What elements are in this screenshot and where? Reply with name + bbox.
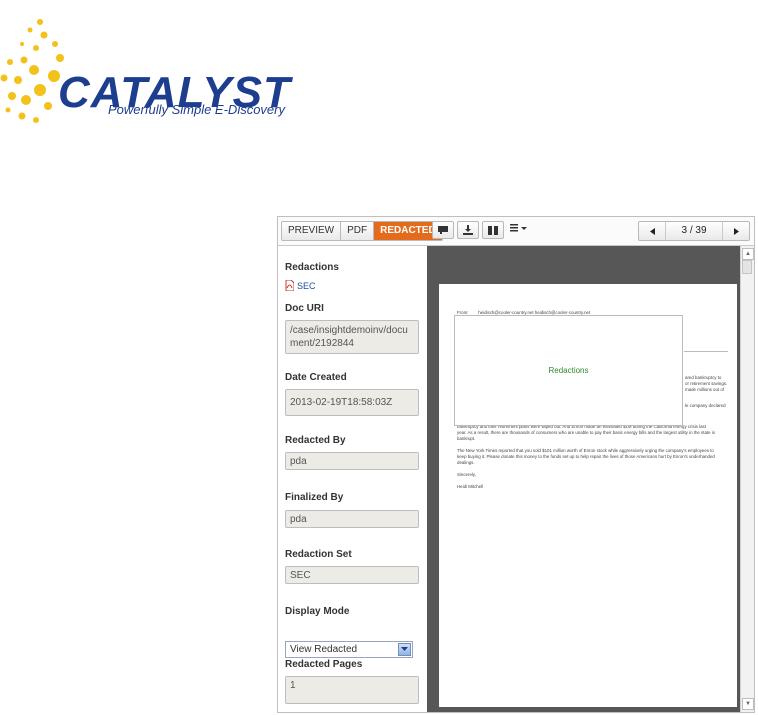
comment-button[interactable] <box>432 221 454 239</box>
current-page: 3 <box>681 225 688 236</box>
doc-uri-label: Doc URI <box>285 303 324 314</box>
display-mode-value: View Redacted <box>290 644 358 655</box>
download-icon <box>463 225 473 235</box>
redaction-box[interactable]: Redactions <box>454 315 683 426</box>
redacted-by-field: pda <box>285 452 419 470</box>
redacted-by-label: Redacted By <box>285 435 346 446</box>
download-button[interactable] <box>457 221 479 239</box>
redaction-link-text: SEC <box>297 280 316 291</box>
chevron-down-icon <box>398 643 411 656</box>
page-navigator: 3 / 39 <box>638 221 750 241</box>
finalized-by-field: pda <box>285 510 419 528</box>
document-page: From: heidisch@cooler-country.net heidis… <box>439 284 737 707</box>
display-mode-label: Display Mode <box>285 606 350 617</box>
date-created-field: 2013-02-19T18:58:03Z <box>285 389 419 416</box>
columns-icon <box>488 225 498 235</box>
redaction-link-sec[interactable]: SEC <box>285 280 316 291</box>
redaction-set-field: SEC <box>285 566 419 584</box>
date-created-label: Date Created <box>285 372 347 383</box>
finalized-by-label: Finalized By <box>285 492 344 503</box>
redaction-box-label: Redactions <box>548 366 589 375</box>
divider <box>684 351 728 352</box>
metadata-sidebar: Redactions SEC Doc URI /case/insightdemo… <box>278 246 428 712</box>
vertical-scrollbar[interactable]: ▲ ▼ <box>740 246 754 712</box>
scroll-down-icon[interactable]: ▼ <box>742 698 754 710</box>
document-viewer: PREVIEW PDF REDACTED 3 / 39 Redactions S… <box>277 216 755 713</box>
pdf-icon <box>285 280 294 291</box>
redacted-pages-label: Redacted Pages <box>285 659 363 670</box>
next-page-button[interactable] <box>723 222 749 240</box>
logo-tagline: Powerfully Simple E-Discovery <box>108 102 285 117</box>
scroll-thumb[interactable] <box>742 260 752 274</box>
redactions-label: Redactions <box>285 262 339 273</box>
view-tabs: PREVIEW PDF REDACTED <box>281 221 443 241</box>
prev-page-button[interactable] <box>639 222 665 240</box>
viewer-toolbar: PREVIEW PDF REDACTED 3 / 39 <box>278 217 754 246</box>
tab-pdf[interactable]: PDF <box>341 222 375 240</box>
list-menu-icon <box>510 224 527 232</box>
comment-icon <box>438 226 448 234</box>
page-counter: 3 / 39 <box>665 222 723 240</box>
document-preview-area: From: heidisch@cooler-country.net heidis… <box>427 246 742 712</box>
redaction-set-label: Redaction Set <box>285 549 352 560</box>
display-mode-select[interactable]: View Redacted <box>285 641 413 658</box>
caret-right-icon <box>733 227 739 235</box>
columns-button[interactable] <box>482 221 504 239</box>
caret-left-icon <box>649 227 655 235</box>
total-pages: 39 <box>695 225 707 236</box>
catalyst-logo: CATALYST Powerfully Simple E-Discovery <box>0 10 330 140</box>
redacted-pages-field: 1 <box>285 676 419 704</box>
tab-preview[interactable]: PREVIEW <box>282 222 342 240</box>
scroll-up-icon[interactable]: ▲ <box>742 248 754 260</box>
list-menu-button[interactable] <box>510 223 528 235</box>
doc-uri-field: /case/insightdemoinv/document/2192844 <box>285 320 419 354</box>
